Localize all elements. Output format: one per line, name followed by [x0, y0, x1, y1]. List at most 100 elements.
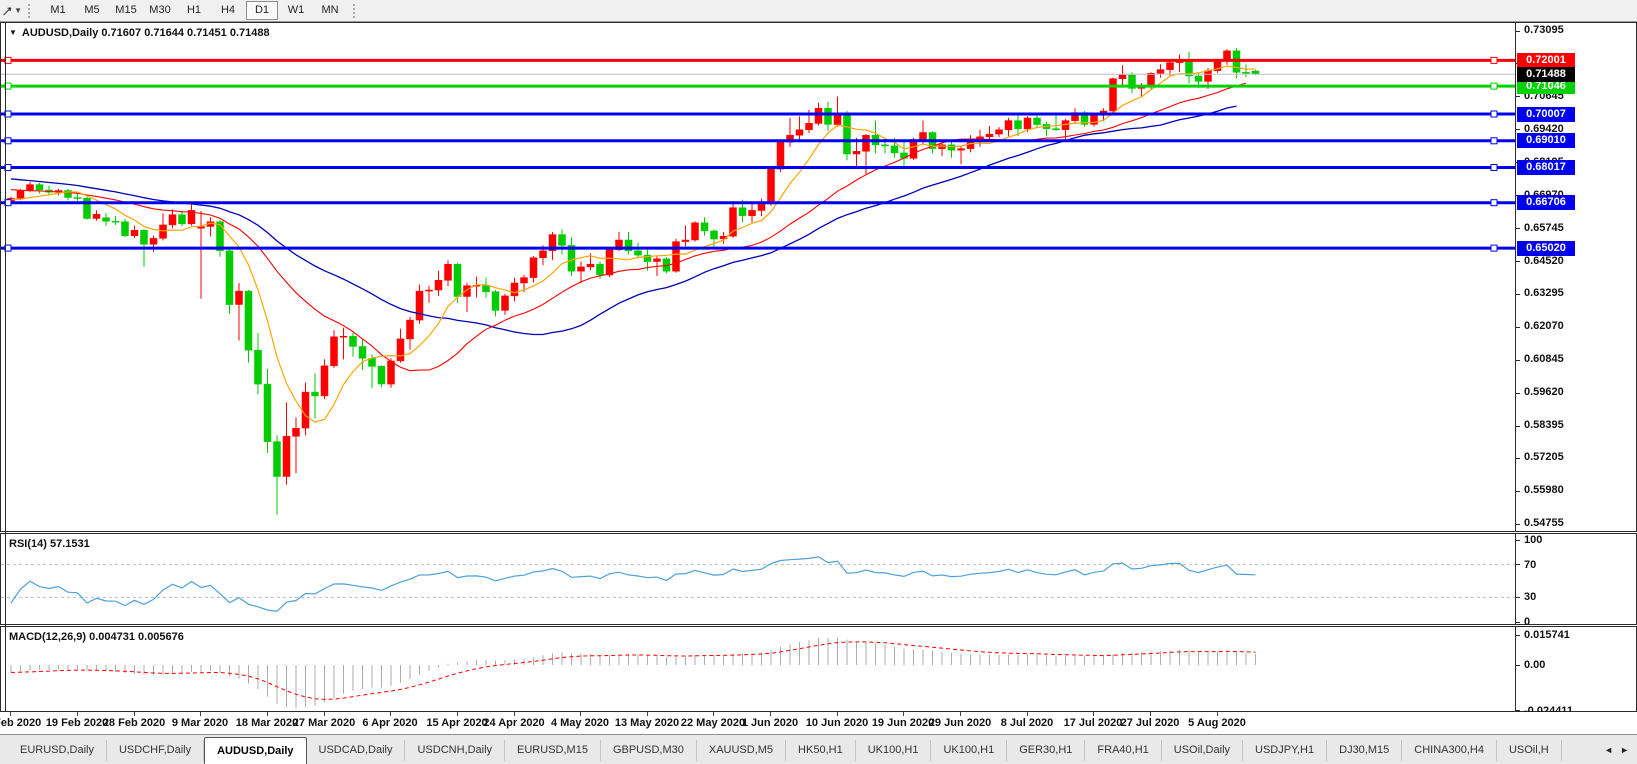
toolbar-grip[interactable] [28, 4, 33, 18]
tab-xauusd-m5[interactable]: XAUUSD,M5 [697, 740, 786, 761]
tab-uk100-h1[interactable]: UK100,H1 [856, 740, 932, 761]
macd-panel: MACD(12,26,9) 0.004731 0.005676 0.015741… [0, 626, 1637, 712]
macd-plot[interactable] [1, 627, 1515, 711]
macd-scale-label: 0.00 [1524, 659, 1545, 671]
tab-fra40-h1[interactable]: FRA40,H1 [1085, 740, 1161, 761]
timeframe-button-H1[interactable]: H1 [178, 1, 210, 20]
price-tick-label: 0.73095 [1524, 24, 1564, 36]
timeframe-button-MN[interactable]: MN [314, 1, 346, 20]
date-label: 10 Jun 2020 [806, 717, 868, 729]
timeframe-button-M15[interactable]: M15 [110, 1, 142, 20]
hline-handle[interactable] [1491, 57, 1497, 63]
price-level-badge: 0.70007 [1517, 107, 1575, 122]
timeframe-button-M1[interactable]: M1 [42, 1, 74, 20]
date-axis[interactable]: 10 Feb 2020 19 Feb 202028 Feb 2020 9 Mar 2… [0, 712, 1637, 734]
tab-scroll-left-icon[interactable]: ◄ [1604, 745, 1613, 755]
date-label: 4 May 2020 [551, 717, 609, 729]
tab-usoil-h[interactable]: USOil,H [1497, 740, 1562, 761]
tab-scroll-right-icon[interactable]: ► [1620, 745, 1629, 755]
chart-title-text: AUDUSD,Daily 0.71607 0.71644 0.71451 0.7… [22, 27, 270, 39]
hline-0.70007[interactable] [1, 111, 1515, 117]
date-label: 15 Apr 2020 [426, 717, 487, 729]
price-level-badge: 0.69010 [1517, 133, 1575, 148]
macd-label: MACD(12,26,9) 0.004731 0.005676 [9, 631, 184, 643]
date-label: 9 Mar 2020 [172, 717, 228, 729]
date-label: 10 Feb 2020 [0, 717, 41, 729]
tab-china300-h4[interactable]: CHINA300,H4 [1402, 740, 1497, 761]
price-level-badge: 0.65020 [1517, 241, 1575, 256]
macd-axis[interactable]: 0.0157410.00-0.024411 [1515, 627, 1637, 711]
price-tick-label: 0.63295 [1524, 287, 1564, 299]
rsi-panel: RSI(14) 57.1531 10070300 [0, 533, 1637, 625]
timeframe-buttons: M1M5M15M30H1H4D1W1MN [41, 1, 347, 20]
date-label: 13 May 2020 [615, 717, 679, 729]
hline-handle[interactable] [1491, 138, 1497, 144]
tab-usdcad-daily[interactable]: USDCAD,Daily [307, 740, 406, 761]
timeframe-button-H4[interactable]: H4 [212, 1, 244, 20]
tab-eurusd-m15[interactable]: EURUSD,M15 [505, 740, 601, 761]
rsi-scale-label: 70 [1524, 559, 1536, 571]
hline-handle[interactable] [1491, 245, 1497, 251]
date-label: 1 Jun 2020 [742, 717, 798, 729]
tab-eurusd-daily[interactable]: EURUSD,Daily [8, 740, 107, 761]
price-tick-label: 0.65745 [1524, 222, 1564, 234]
date-label: 28 Feb 2020 [103, 717, 165, 729]
rsi-label: RSI(14) 57.1531 [9, 538, 90, 550]
date-label: 27 Jul 2020 [1121, 717, 1180, 729]
tab-usoil-daily[interactable]: USOil,Daily [1162, 740, 1243, 761]
price-tick-label: 0.60845 [1524, 353, 1564, 365]
price-tick-label: 0.58395 [1524, 419, 1564, 431]
price-level-badge: 0.66706 [1517, 195, 1575, 210]
tab-usdchf-daily[interactable]: USDCHF,Daily [107, 740, 204, 761]
tab-usdcnh-daily[interactable]: USDCNH,Daily [405, 740, 505, 761]
tab-ger30-h1[interactable]: GER30,H1 [1007, 740, 1085, 761]
crosshair-tool-icon[interactable]: ▼ [2, 2, 22, 20]
date-label: 22 May 2020 [681, 717, 745, 729]
tab-uk100-h1[interactable]: UK100,H1 [931, 740, 1007, 761]
hline-0.71046[interactable] [1, 83, 1515, 89]
hline-0.72001[interactable] [1, 57, 1515, 63]
macd-signal-line [11, 642, 1256, 700]
chart-title-dropdown-icon[interactable]: ▼ [9, 28, 17, 37]
chart-tab-bar: EURUSD,DailyUSDCHF,DailyAUDUSD,DailyUSDC… [0, 734, 1637, 764]
chart-tabs: EURUSD,DailyUSDCHF,DailyAUDUSD,DailyUSDC… [8, 737, 1562, 764]
hline-0.69010[interactable] [1, 138, 1515, 144]
tab-dj30-m15[interactable]: DJ30,M15 [1327, 740, 1402, 761]
price-chart-plot[interactable] [1, 23, 1515, 531]
tab-hk50-h1[interactable]: HK50,H1 [786, 740, 856, 761]
timeframe-button-D1[interactable]: D1 [246, 1, 278, 20]
chart-title: ▼ AUDUSD,Daily 0.71607 0.71644 0.71451 0.… [9, 27, 270, 39]
tab-gbpusd-m30[interactable]: GBPUSD,M30 [601, 740, 697, 761]
rsi-plot[interactable] [1, 534, 1515, 624]
tab-audusd-daily[interactable]: AUDUSD,Daily [204, 737, 306, 764]
tab-usdjpy-h1[interactable]: USDJPY,H1 [1243, 740, 1327, 761]
moving-average-line [11, 66, 1256, 422]
trading-platform-window: ▼ M1M5M15M30H1H4D1W1MN ▼ AUDUSD,Daily 0.7… [0, 0, 1637, 764]
macd-scale-label: 0.015741 [1524, 629, 1570, 641]
rsi-scale-label: 30 [1524, 591, 1536, 603]
hline-handle[interactable] [1491, 200, 1497, 206]
hline-0.65020[interactable] [1, 245, 1515, 251]
hline-handle[interactable] [1491, 111, 1497, 117]
timeframe-button-M30[interactable]: M30 [144, 1, 176, 20]
hline-handle[interactable] [1491, 83, 1497, 89]
main-chart-panel: ▼ AUDUSD,Daily 0.71607 0.71644 0.71451 0.… [0, 22, 1637, 532]
date-label: 19 Jun 2020 [872, 717, 934, 729]
tab-scroll-arrows: ◄ ► [1594, 735, 1637, 764]
price-tick-label: 0.54755 [1524, 517, 1564, 529]
price-tick-label: 0.57205 [1524, 451, 1564, 463]
price-axis[interactable]: 0.730950.718700.706450.694200.681950.669… [1515, 23, 1637, 531]
tool-dropdown-icon[interactable]: ▼ [14, 6, 22, 15]
date-label: 27 Mar 2020 [293, 717, 355, 729]
chart-left-border [5, 22, 6, 712]
hline-handle[interactable] [1491, 165, 1497, 171]
toolbar-grip-end [353, 4, 358, 18]
date-label: 8 Jul 2020 [1001, 717, 1054, 729]
rsi-axis[interactable]: 10070300 [1515, 534, 1637, 624]
current-price-badge: 0.71488 [1517, 67, 1575, 82]
date-label: 19 Feb 2020 [46, 717, 108, 729]
timeframe-button-W1[interactable]: W1 [280, 1, 312, 20]
hline-0.68017[interactable] [1, 165, 1515, 171]
timeframe-button-M5[interactable]: M5 [76, 1, 108, 20]
price-level-badge: 0.68017 [1517, 160, 1575, 175]
